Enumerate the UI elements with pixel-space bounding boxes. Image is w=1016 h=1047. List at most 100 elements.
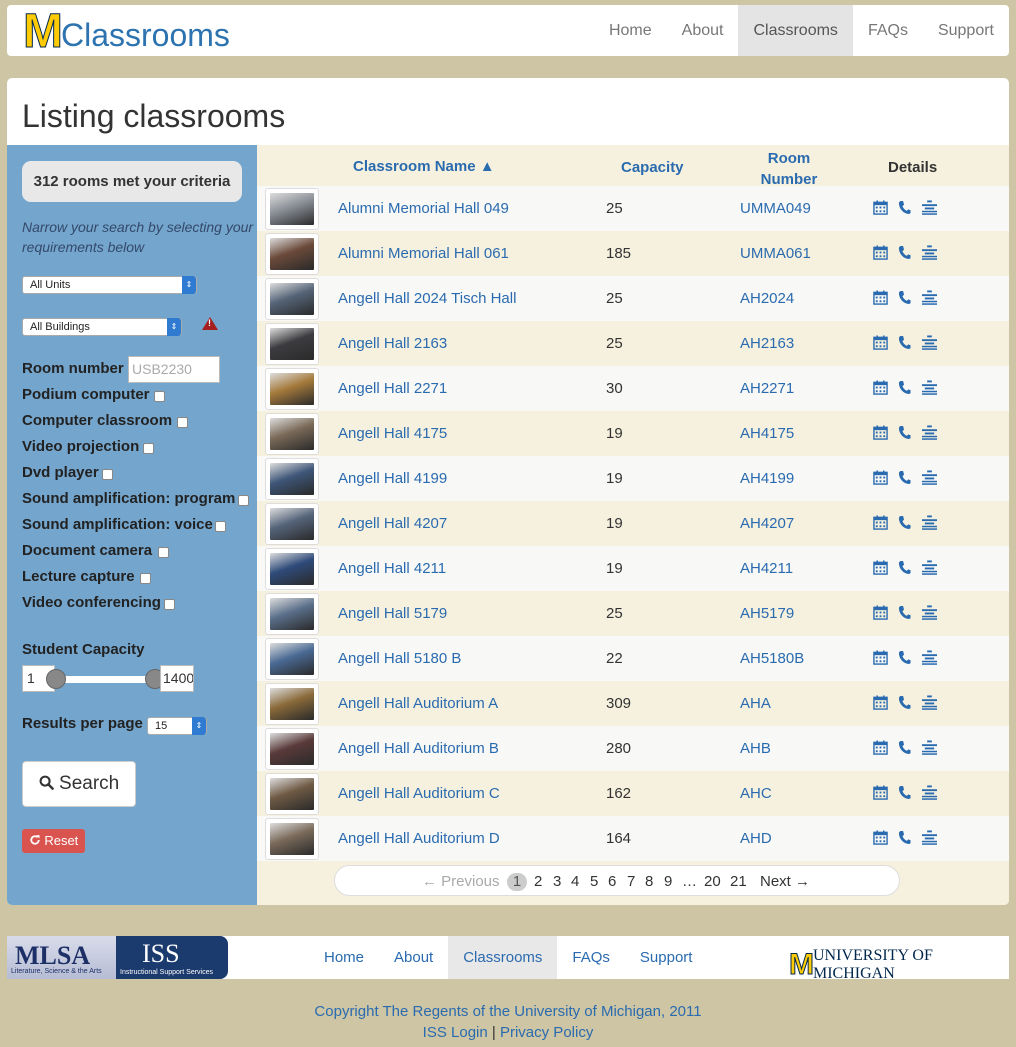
classroom-name-link[interactable]: Angell Hall 5179 [338,591,447,636]
phone-icon[interactable] [898,740,911,755]
podium-icon[interactable] [921,335,938,350]
classroom-thumbnail[interactable] [265,233,319,275]
room-number-link[interactable]: AH2024 [740,276,794,321]
room-number-link[interactable]: AH4211 [740,546,793,591]
classroom-name-link[interactable]: Angell Hall 4207 [338,501,447,546]
room-number-link[interactable]: UMMA049 [740,186,811,231]
podium-icon[interactable] [921,740,938,755]
pagination-page[interactable]: 9 [664,873,672,891]
classroom-name-link[interactable]: Angell Hall 4175 [338,411,447,456]
podium-icon[interactable] [921,245,938,260]
classroom-thumbnail[interactable] [265,368,319,410]
calendar-icon[interactable] [873,425,888,440]
room-number-link[interactable]: AHD [740,816,772,861]
room-number-link[interactable]: AH2163 [740,321,794,366]
classroom-name-link[interactable]: Angell Hall 2024 Tisch Hall [338,276,516,321]
pagination-page[interactable]: 3 [553,873,561,891]
phone-icon[interactable] [898,290,911,305]
classroom-thumbnail[interactable] [265,593,319,635]
calendar-icon[interactable] [873,830,888,845]
classroom-name-link[interactable]: Alumni Memorial Hall 049 [338,186,509,231]
classroom-name-link[interactable]: Angell Hall 2163 [338,321,447,366]
phone-icon[interactable] [898,515,911,530]
phone-icon[interactable] [898,200,911,215]
podium-computer-checkbox[interactable] [154,391,165,402]
podium-icon[interactable] [921,785,938,800]
dvd-player-checkbox[interactable] [102,469,113,480]
calendar-icon[interactable] [873,650,888,665]
classroom-name-link[interactable]: Angell Hall 5180 B [338,636,461,681]
calendar-icon[interactable] [873,380,888,395]
podium-icon[interactable] [921,650,938,665]
header-classroom-name[interactable]: Classroom Name ▲ [353,158,495,175]
calendar-icon[interactable] [873,470,888,485]
classroom-thumbnail[interactable] [265,683,319,725]
podium-icon[interactable] [921,605,938,620]
calendar-icon[interactable] [873,200,888,215]
classroom-thumbnail[interactable] [265,548,319,590]
phone-icon[interactable] [898,470,911,485]
classroom-thumbnail[interactable] [265,458,319,500]
nav-classrooms[interactable]: Classrooms [738,5,853,56]
capacity-min-handle[interactable] [46,669,66,689]
calendar-icon[interactable] [873,605,888,620]
classroom-thumbnail[interactable] [265,188,319,230]
phone-icon[interactable] [898,425,911,440]
nav-about[interactable]: About [667,5,739,56]
room-number-link[interactable]: AHB [740,726,771,771]
classroom-thumbnail[interactable] [265,278,319,320]
video-projection-checkbox[interactable] [143,443,154,454]
room-number-link[interactable]: AHC [740,771,772,816]
podium-icon[interactable] [921,470,938,485]
nav-home[interactable]: Home [594,5,667,56]
header-room-number[interactable]: Room Number [754,148,824,190]
pagination-page[interactable]: 20 [704,873,721,891]
room-number-link[interactable]: AH5179 [740,591,794,636]
pagination-page[interactable]: 6 [608,873,616,891]
classroom-name-link[interactable]: Angell Hall 2271 [338,366,447,411]
units-select[interactable]: All Units ⇕ [22,276,197,294]
calendar-icon[interactable] [873,740,888,755]
classroom-thumbnail[interactable] [265,503,319,545]
phone-icon[interactable] [898,560,911,575]
pagination-page[interactable]: 7 [627,873,635,891]
room-number-link[interactable]: AH2271 [740,366,794,411]
calendar-icon[interactable] [873,695,888,710]
header-capacity[interactable]: Capacity [621,159,684,176]
footer-nav-support[interactable]: Support [625,936,708,979]
search-button[interactable]: Search [22,761,136,807]
pagination-page[interactable]: 2 [534,873,542,891]
podium-icon[interactable] [921,515,938,530]
podium-icon[interactable] [921,380,938,395]
privacy-policy-link[interactable]: Privacy Policy [500,1024,593,1041]
iss-logo[interactable]: ISS Instructional Support Services [116,936,228,979]
classroom-name-link[interactable]: Angell Hall Auditorium C [338,771,500,816]
buildings-select[interactable]: All Buildings ⇕ [22,318,182,336]
classroom-thumbnail[interactable] [265,323,319,365]
footer-nav-faqs[interactable]: FAQs [557,936,625,979]
classroom-thumbnail[interactable] [265,413,319,455]
phone-icon[interactable] [898,245,911,260]
room-number-link[interactable]: AH4207 [740,501,794,546]
document-camera-checkbox[interactable] [158,547,169,558]
podium-icon[interactable] [921,830,938,845]
lsa-logo[interactable]: MLSA Literature, Science & the Arts [7,936,116,979]
classroom-name-link[interactable]: Angell Hall 4211 [338,546,446,591]
calendar-icon[interactable] [873,290,888,305]
pagination-page[interactable]: 4 [571,873,579,891]
room-number-link[interactable]: AH4199 [740,456,794,501]
podium-icon[interactable] [921,290,938,305]
classroom-name-link[interactable]: Angell Hall Auditorium D [338,816,500,861]
classroom-name-link[interactable]: Angell Hall Auditorium B [338,726,499,771]
lecture-capture-checkbox[interactable] [140,573,151,584]
pagination-previous[interactable]: ← Previous [422,873,500,891]
phone-icon[interactable] [898,380,911,395]
calendar-icon[interactable] [873,515,888,530]
calendar-icon[interactable] [873,560,888,575]
phone-icon[interactable] [898,830,911,845]
video-conferencing-checkbox[interactable] [164,599,175,610]
room-number-input[interactable]: USB2230 [128,356,220,383]
reset-button[interactable]: Reset [22,829,85,853]
room-number-link[interactable]: UMMA061 [740,231,811,276]
classroom-name-link[interactable]: Alumni Memorial Hall 061 [338,231,509,276]
